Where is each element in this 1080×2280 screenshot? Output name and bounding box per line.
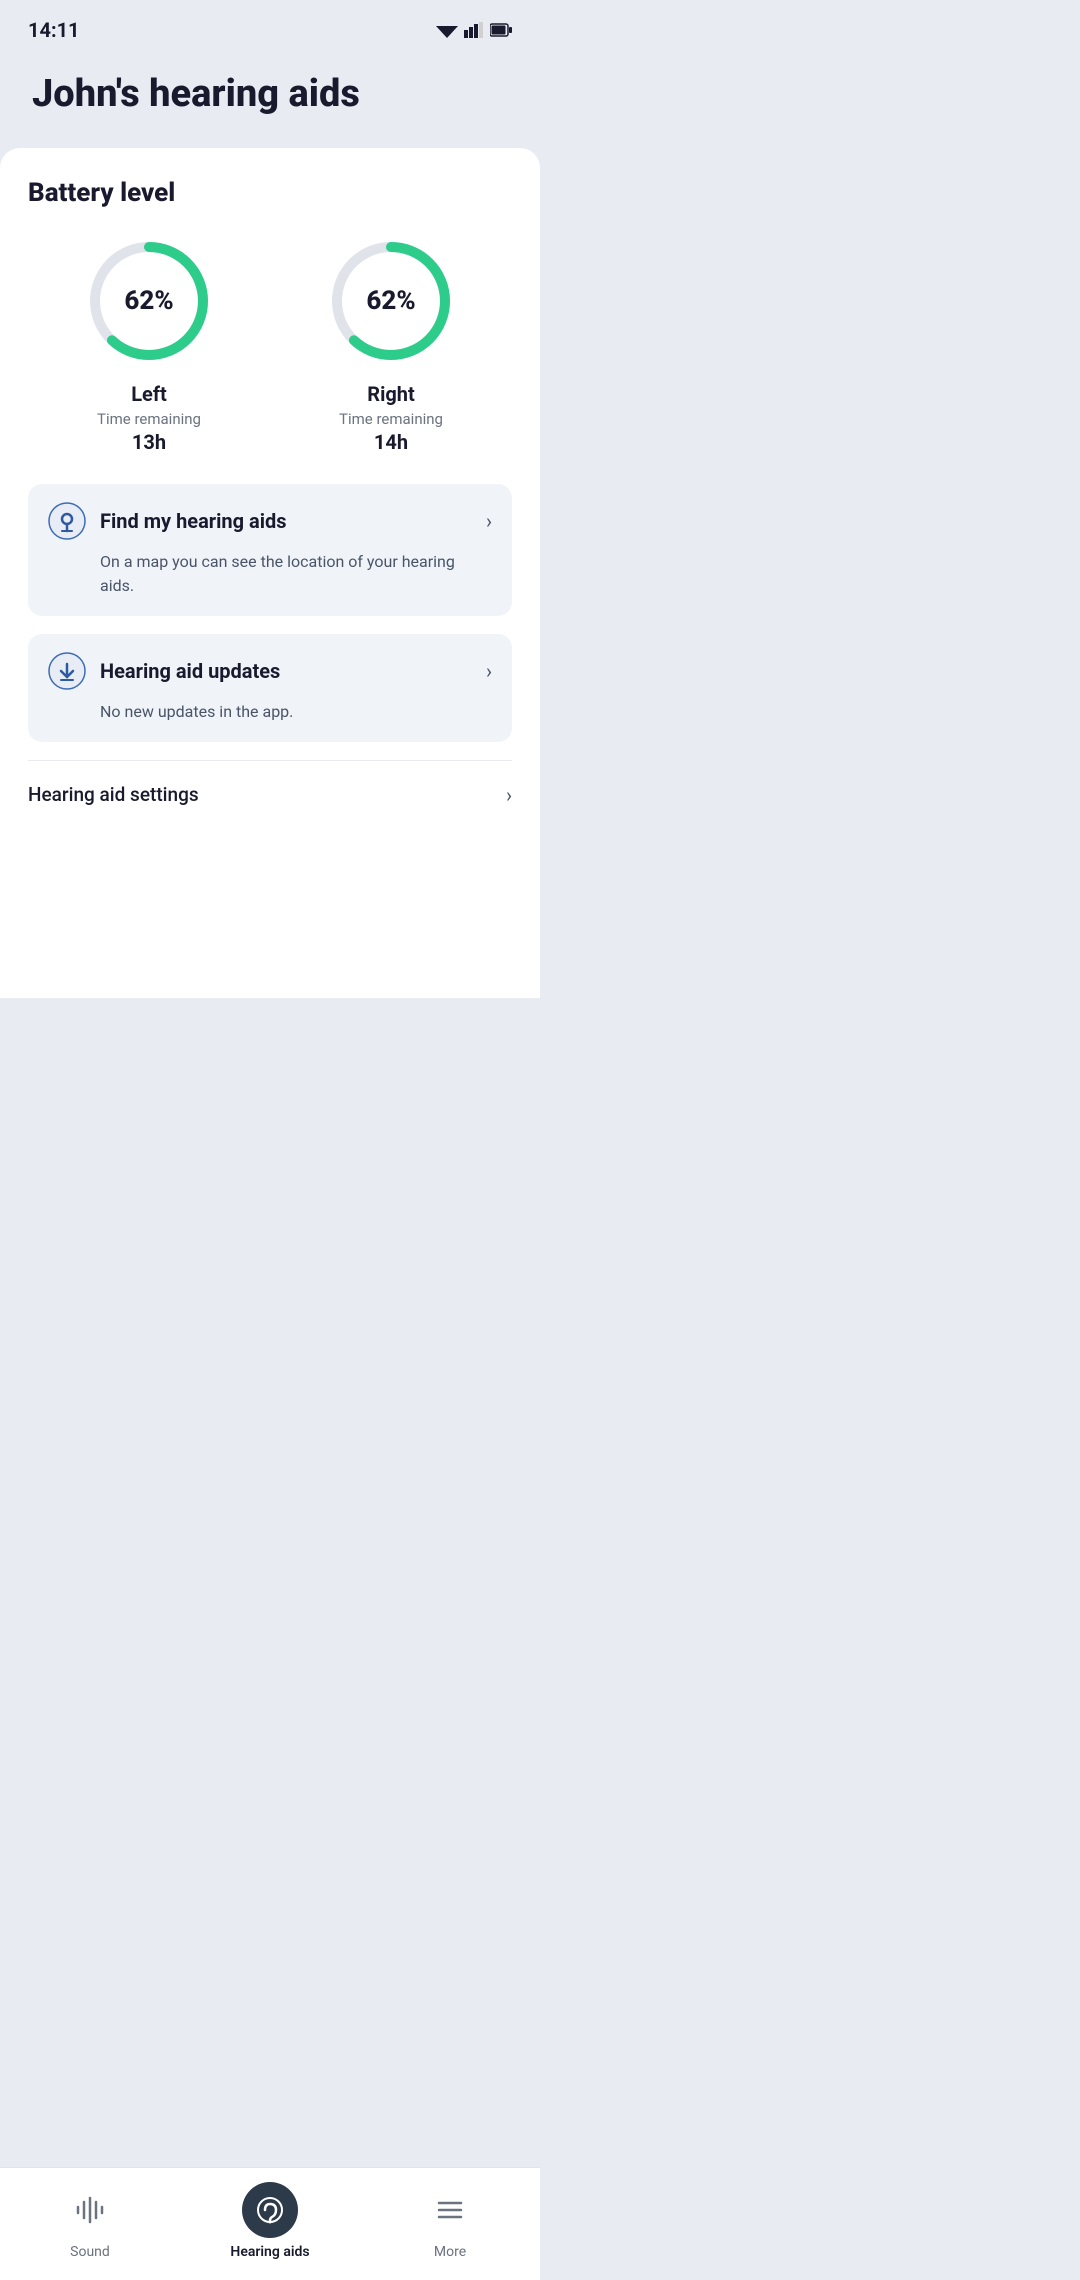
battery-icon [490, 23, 512, 37]
battery-right-label: Right [367, 382, 415, 406]
nav-sound-label: Sound [70, 2244, 110, 2260]
battery-section: 62% Left Time remaining 13h 62% Right Ti… [28, 236, 512, 454]
find-hearing-aids-card[interactable]: Find my hearing aids › On a map you can … [28, 484, 512, 616]
updates-card-description: No new updates in the app. [48, 700, 492, 724]
status-time: 14:11 [28, 18, 80, 42]
updates-card-title: Hearing aid updates [100, 659, 280, 683]
find-card-chevron: › [486, 509, 492, 533]
battery-right-circle: 62% [326, 236, 456, 366]
bottom-nav: Sound Hearing aids More [0, 2167, 540, 2280]
nav-item-hearing-aids[interactable]: Hearing aids [180, 2182, 360, 2260]
nav-item-sound[interactable]: Sound [0, 2182, 180, 2260]
main-card: Battery level 62% Left Time remaining 13… [0, 148, 540, 998]
battery-left-time: 13h [132, 430, 166, 454]
battery-right-time: 14h [374, 430, 408, 454]
battery-left: 62% Left Time remaining 13h [84, 236, 214, 454]
find-card-title-row: Find my hearing aids [48, 502, 287, 540]
more-icon [434, 2194, 466, 2226]
hearing-aid-settings-row[interactable]: Hearing aid settings › [28, 760, 512, 829]
sound-icon [74, 2194, 106, 2226]
location-pin-icon [48, 502, 86, 540]
battery-section-title: Battery level [28, 178, 512, 208]
hearing-aids-icon-wrapper [242, 2182, 298, 2238]
page-header: John's hearing aids [0, 52, 540, 148]
settings-row-label: Hearing aid settings [28, 783, 199, 806]
hearing-aids-icon [254, 2194, 286, 2226]
signal-icon [464, 22, 484, 38]
updates-card-chevron: › [486, 659, 492, 683]
nav-hearing-aids-label: Hearing aids [230, 2244, 309, 2260]
battery-right-percent: 62% [366, 286, 415, 316]
battery-left-label: Left [131, 382, 167, 406]
battery-right: 62% Right Time remaining 14h [326, 236, 456, 454]
battery-right-remaining-label: Time remaining [339, 410, 443, 428]
battery-left-percent: 62% [124, 286, 173, 316]
page-title: John's hearing aids [32, 72, 508, 118]
battery-left-circle: 62% [84, 236, 214, 366]
nav-more-label: More [434, 2244, 466, 2260]
find-card-description: On a map you can see the location of you… [48, 550, 492, 598]
find-card-header: Find my hearing aids › [48, 502, 492, 540]
hearing-aid-updates-card[interactable]: Hearing aid updates › No new updates in … [28, 634, 512, 742]
more-icon-wrapper [422, 2182, 478, 2238]
status-icons [436, 22, 512, 38]
battery-left-remaining-label: Time remaining [97, 410, 201, 428]
settings-row-chevron: › [506, 783, 512, 807]
updates-card-title-row: Hearing aid updates [48, 652, 280, 690]
status-bar: 14:11 [0, 0, 540, 52]
updates-card-header: Hearing aid updates › [48, 652, 492, 690]
find-card-title: Find my hearing aids [100, 509, 287, 533]
sound-icon-wrapper [62, 2182, 118, 2238]
wifi-icon [436, 22, 458, 38]
download-icon [48, 652, 86, 690]
nav-item-more[interactable]: More [360, 2182, 540, 2260]
